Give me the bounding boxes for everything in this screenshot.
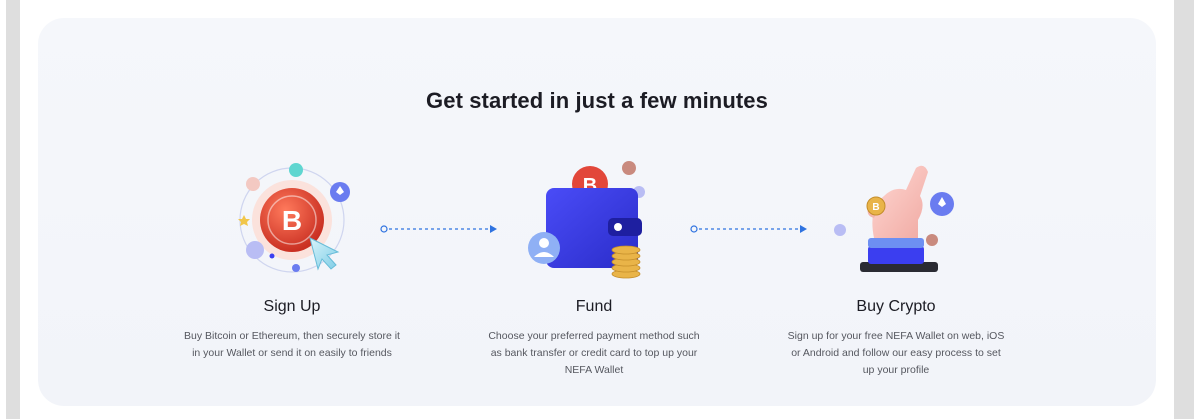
wallet-coins-icon: B (528, 161, 645, 279)
step-buy-crypto: B Buy Crypto Sign up for your free NEFA … (776, 158, 1016, 379)
step-description: Sign up for your free NEFA Wallet on web… (787, 330, 1005, 376)
get-started-card: Get started in just a few minutes B Sign… (38, 18, 1156, 406)
step-title: Fund (575, 298, 613, 315)
step-sign-up: B Sign Up Buy Bitcoin or Ethereum, then … (172, 158, 412, 362)
bitcoin-orbit-cursor-icon: B (238, 163, 350, 273)
left-border (6, 0, 20, 419)
svg-text:B: B (282, 205, 302, 236)
right-scrollbar[interactable] (1174, 0, 1194, 419)
step-fund: B Fund Choose your preferred payment met… (474, 158, 714, 379)
step-title: Buy Crypto (856, 298, 936, 315)
svg-text:B: B (872, 202, 879, 213)
step-title: Sign Up (263, 298, 321, 315)
section-heading: Get started in just a few minutes (426, 88, 768, 113)
hand-coin-icon: B (834, 165, 954, 272)
step-description: Buy Bitcoin or Ethereum, then securely s… (184, 330, 400, 359)
step-description: Choose your preferred payment method suc… (488, 330, 700, 376)
